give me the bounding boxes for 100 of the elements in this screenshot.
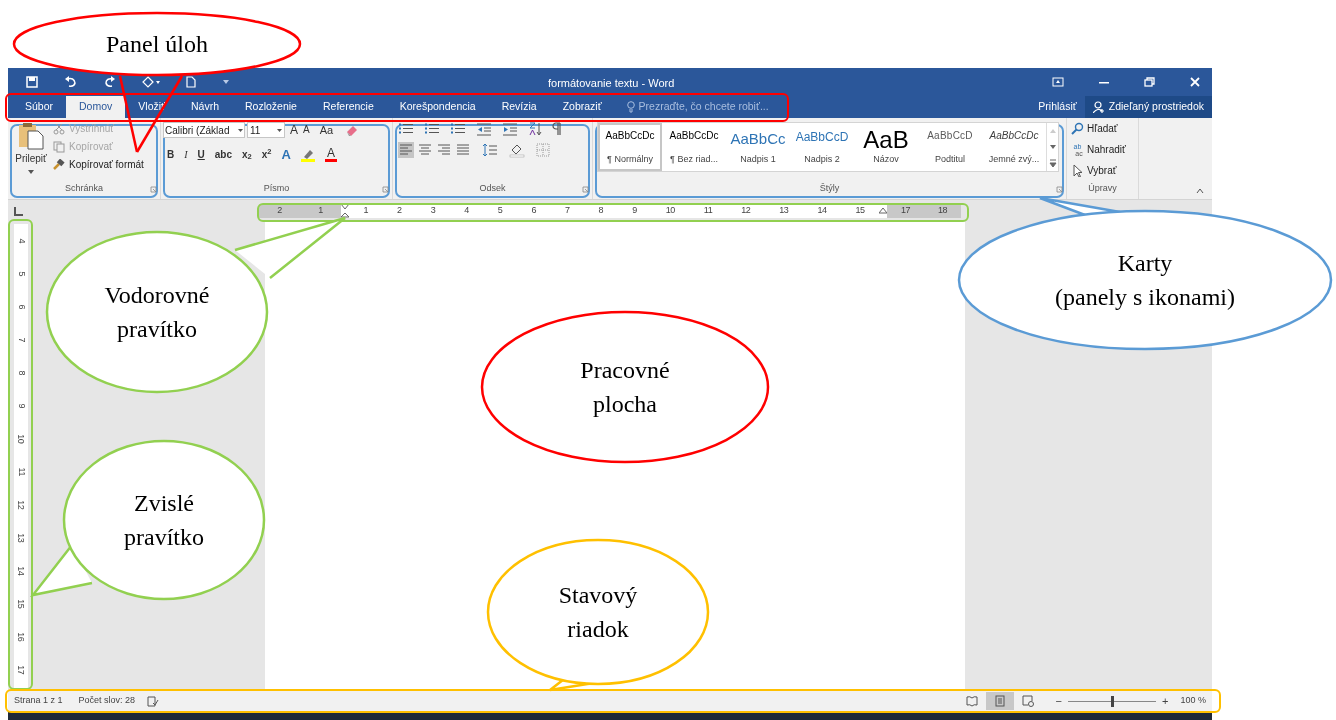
page-count[interactable]: Strana 1 z 1: [14, 694, 63, 708]
copy-icon: [53, 140, 65, 153]
ribbon-tab[interactable]: Revízia: [488, 96, 550, 118]
zoom-in-button[interactable]: +: [1162, 692, 1169, 710]
customize-caret-icon[interactable]: [222, 79, 230, 85]
ruler-number: 16: [15, 632, 28, 641]
ribbon-tab[interactable]: Návrh: [178, 96, 232, 118]
ruler-number: 13: [15, 533, 28, 542]
ruler-number: 17: [15, 665, 28, 674]
ruler-number: 3: [430, 204, 436, 218]
ruler-number: 14: [817, 204, 827, 218]
ruler-number: 8: [598, 204, 604, 218]
font-size-dropdown[interactable]: 11: [247, 122, 285, 138]
share-button[interactable]: Zdieľaný prostriedok: [1084, 96, 1212, 118]
format-button[interactable]: I: [184, 149, 188, 160]
pilcrow-icon[interactable]: [552, 122, 562, 136]
font-name-dropdown[interactable]: Calibri (Základ: [163, 122, 245, 138]
proofing-icon[interactable]: [147, 695, 160, 707]
style-tile[interactable]: AaBbCc Nadpis 1: [726, 123, 790, 171]
bullet-list-icon[interactable]: [398, 122, 414, 136]
page-layout-icon: [993, 695, 1006, 707]
close-icon[interactable]: [1190, 77, 1200, 87]
page-layout-button[interactable]: [985, 692, 1014, 710]
increase-indent-icon[interactable]: [502, 122, 518, 136]
line-spacing-icon[interactable]: [482, 142, 498, 158]
cursor-arrow-icon: [1071, 164, 1084, 177]
person-add-icon: [1092, 101, 1105, 113]
restore-icon[interactable]: [1144, 77, 1156, 87]
window-title: formátovanie textu - Word: [548, 77, 675, 89]
word-count[interactable]: Počet slov: 28: [78, 694, 136, 708]
sort-icon[interactable]: [528, 122, 542, 136]
dialog-launcher-icon[interactable]: [582, 186, 589, 193]
ribbon-tab[interactable]: Korešpondencia: [386, 96, 489, 118]
style-tile[interactable]: AaBbCcDc ¶ Normálny: [598, 123, 662, 171]
ribbon-tab[interactable]: Zobraziť: [549, 96, 615, 118]
ribbon-tab[interactable]: Súbor: [12, 96, 67, 118]
ruler-number: 2: [277, 204, 282, 218]
group-label: Odsek: [479, 182, 506, 196]
change-case-button[interactable]: Aa: [319, 124, 334, 136]
ruler-number: 6: [15, 304, 28, 309]
highlighter-icon[interactable]: [300, 147, 315, 162]
callout-label: Vodorovné pravítko: [104, 281, 210, 344]
ruler-corner-icon[interactable]: [14, 206, 23, 216]
numbered-list-icon[interactable]: [424, 122, 440, 136]
group-label: Úpravy: [1088, 182, 1117, 196]
ruler-number: 10: [15, 434, 28, 443]
ruler-number: 5: [15, 271, 28, 276]
undo-icon[interactable]: [64, 76, 78, 88]
style-tile[interactable]: AaBbCcDc ¶ Bez riad...: [662, 123, 726, 171]
dialog-launcher-icon[interactable]: [1056, 186, 1063, 193]
redo-icon[interactable]: [104, 76, 116, 88]
callout-label: Karty (panely s ikonami): [1055, 249, 1235, 312]
multilevel-list-icon[interactable]: [450, 122, 466, 136]
dialog-launcher-icon[interactable]: [382, 186, 389, 193]
tell-me-field[interactable]: Prezraďte, čo chcete robiť...: [614, 96, 769, 118]
paste-button[interactable]: Prilepiť: [13, 118, 49, 182]
ruler-number: 4: [464, 204, 469, 218]
scissors-icon: [53, 122, 65, 135]
new-document-icon[interactable]: [186, 76, 196, 88]
callout-label: Pracovné plocha: [580, 356, 670, 419]
save-icon[interactable]: [26, 76, 38, 88]
format-button[interactable]: x$^{2}$: [261, 149, 272, 160]
format-button[interactable]: x$_{2}$: [242, 149, 252, 160]
ruler-number: 9: [15, 403, 28, 408]
lightbulb-icon: [626, 101, 635, 113]
ruler-number: 11: [703, 204, 713, 218]
eraser-icon[interactable]: [345, 123, 360, 137]
style-tile[interactable]: AaBbCcD Podtitul: [918, 123, 982, 171]
ribbon-tab[interactable]: Domov: [66, 96, 126, 118]
ruler-number: 6: [531, 204, 536, 218]
zoom-percent[interactable]: 100 %: [1180, 694, 1206, 708]
ribbon-tab[interactable]: Referencie: [309, 96, 387, 118]
shrink-font-button[interactable]: A: [303, 125, 310, 135]
zoom-slider-thumb[interactable]: [1110, 696, 1114, 707]
group-label: Schránka: [65, 182, 103, 196]
ruler-number: 11: [15, 467, 28, 476]
style-tile[interactable]: AaBbCcDc Jemné zvý...: [982, 123, 1046, 171]
editing-button[interactable]: Vybrať: [1071, 163, 1126, 178]
font-color-button[interactable]: A: [324, 147, 337, 162]
dialog-launcher-icon[interactable]: [150, 186, 157, 193]
editing-button[interactable]: Hľadať: [1071, 121, 1126, 136]
text-effects-button[interactable]: A: [281, 148, 291, 161]
ribbon-tab[interactable]: Rozloženie: [232, 96, 310, 118]
collapse-ribbon-icon[interactable]: [1196, 188, 1204, 194]
grow-font-button[interactable]: A: [290, 124, 298, 136]
diamond-shape-icon[interactable]: [142, 76, 160, 88]
ribbon-display-icon[interactable]: [1052, 77, 1064, 87]
clipboard-button[interactable]: Kopírovať formát: [53, 157, 144, 172]
style-tile[interactable]: AaBbCcD Nadpis 2: [790, 123, 854, 171]
callout-label: Panel úloh: [106, 30, 208, 59]
decrease-indent-icon[interactable]: [476, 122, 492, 136]
sign-in-link[interactable]: Prihlásiť: [1030, 96, 1085, 118]
format-button[interactable]: B: [167, 149, 175, 160]
shading-icon[interactable]: [509, 142, 525, 158]
format-button[interactable]: U: [197, 149, 205, 160]
style-tile[interactable]: AaB Názov: [854, 123, 918, 171]
zoom-slider[interactable]: [1068, 695, 1157, 707]
format-button[interactable]: abc: [214, 149, 233, 160]
callout-label: Stavový riadok: [558, 581, 638, 644]
zoom-out-button[interactable]: −: [1055, 695, 1063, 707]
